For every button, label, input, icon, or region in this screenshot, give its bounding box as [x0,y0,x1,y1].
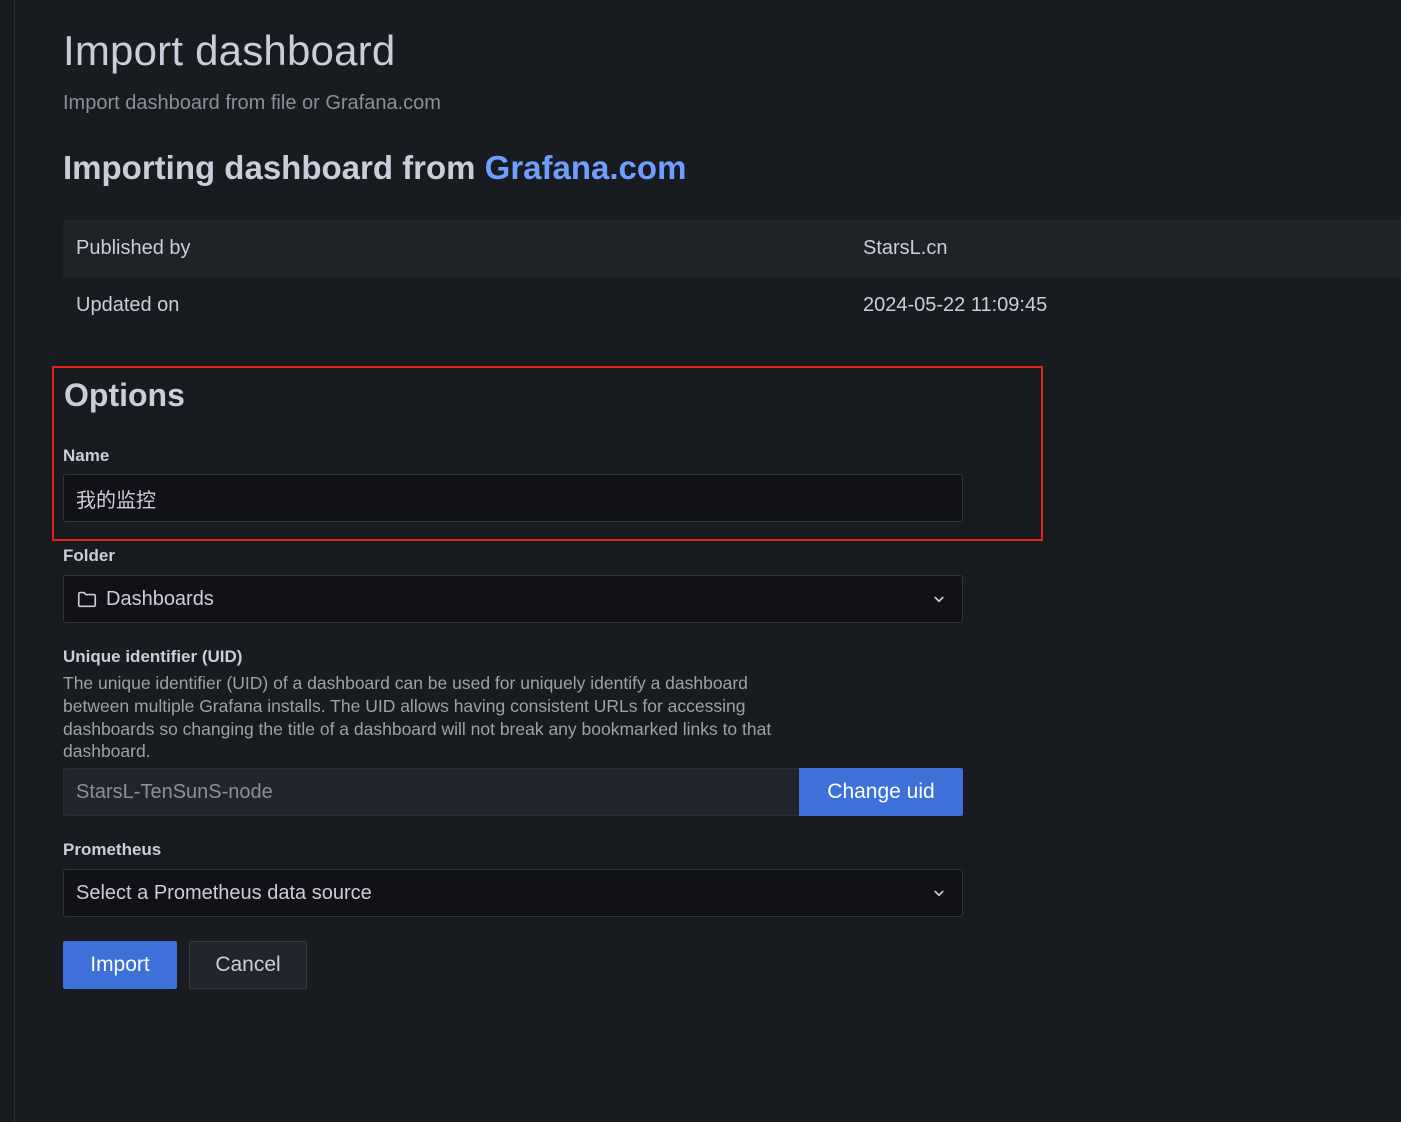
folder-select[interactable]: Dashboards [63,575,963,623]
uid-label: Unique identifier (UID) [63,647,243,666]
import-page: Import dashboard Import dashboard from f… [52,0,1401,1122]
import-source-heading: Importing dashboard from Grafana.com [63,149,686,187]
grafana-com-link[interactable]: Grafana.com [485,149,687,186]
prometheus-datasource-select[interactable]: Select a Prometheus data source [63,869,963,917]
info-row-updated-on: Updated on 2024-05-22 11:09:45 [63,277,1401,334]
import-source-prefix: Importing dashboard from [63,149,485,186]
info-row-published-by: Published by StarsL.cn [63,220,1401,277]
uid-input-value: StarsL-TenSunS-node [76,780,273,803]
info-key: Updated on [76,294,180,316]
uid-description: The unique identifier (UID) of a dashboa… [63,673,772,762]
change-uid-button[interactable]: Change uid [799,768,963,816]
options-title: Options [64,377,185,413]
name-input-value: 我的监控 [76,489,156,512]
folder-select-value: Dashboards [106,587,214,610]
info-key: Published by [76,237,191,259]
cancel-button[interactable]: Cancel [189,941,307,989]
uid-row: StarsL-TenSunS-node Change uid [63,768,963,816]
folder-icon [76,588,98,610]
prometheus-select-placeholder: Select a Prometheus data source [76,881,372,904]
uid-input[interactable]: StarsL-TenSunS-node [63,768,799,816]
left-rail [0,0,15,1122]
page-subtitle: Import dashboard from file or Grafana.co… [63,92,441,114]
folder-label: Folder [63,546,115,565]
page-title: Import dashboard [63,27,396,74]
name-label: Name [63,446,110,465]
info-value: StarsL.cn [863,237,948,259]
chevron-down-icon [930,884,948,902]
chevron-down-icon [930,590,948,608]
info-value: 2024-05-22 11:09:45 [863,294,1048,316]
dashboard-info-table: Published by StarsL.cn Updated on 2024-0… [63,220,1401,334]
prometheus-label: Prometheus [63,840,162,859]
name-input[interactable]: 我的监控 [63,474,963,522]
import-button[interactable]: Import [63,941,177,989]
